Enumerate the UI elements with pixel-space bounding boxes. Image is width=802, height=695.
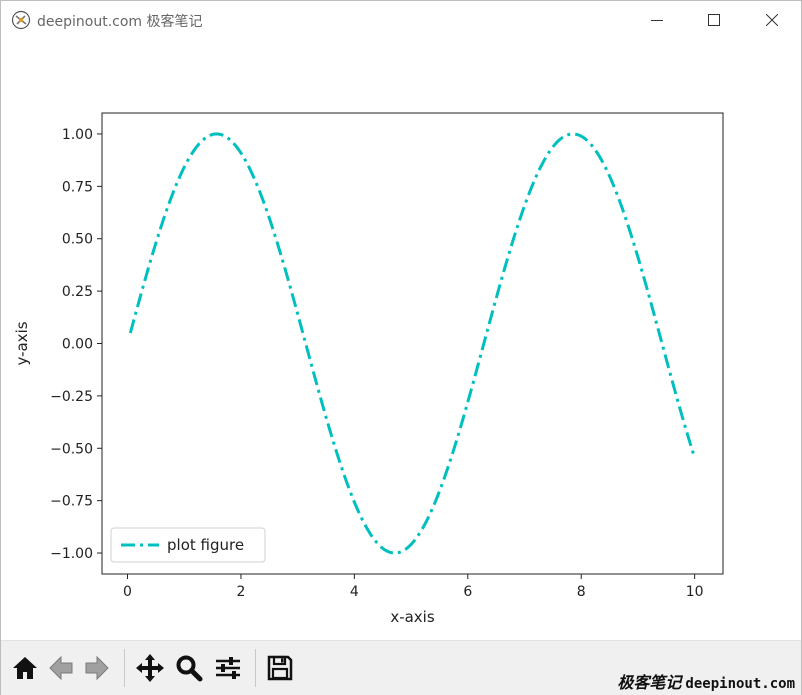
toolbar-separator [124,649,125,687]
x-tick-label: 2 [236,584,245,600]
x-axis-label: x-axis [390,608,435,626]
y-tick-label: −0.50 [50,441,93,457]
watermark-cn: 极客笔记 [617,673,682,692]
y-tick-label: 0.25 [62,284,93,300]
figure-canvas[interactable]: 0 2 4 6 8 10 1.00 0.75 0.50 0.25 0.00 −0.25 −0.50 −0.… [1,40,801,639]
save-button[interactable] [263,651,297,685]
maximize-button[interactable] [685,1,742,39]
watermark-url: deepinout.com [685,676,795,692]
app-logo-icon [11,10,31,30]
zoom-button[interactable] [172,651,206,685]
x-tick-label: 0 [123,584,132,600]
watermark: 极客笔记 deepinout.com [617,669,795,693]
line-chart: 0 2 4 6 8 10 1.00 0.75 0.50 0.25 0.00 −0.25 −0.50 −0.… [13,112,724,626]
sliders-icon [216,657,240,679]
home-icon [13,657,37,679]
y-tick-label: −0.75 [50,494,93,510]
pan-button[interactable] [133,651,167,685]
title-bar: deepinout.com 极客笔记 [1,1,801,39]
back-button[interactable] [44,651,78,685]
y-axis-label: y-axis [13,321,31,365]
arrow-right-icon [85,655,109,681]
window-title: deepinout.com 极客笔记 [37,14,203,30]
minimize-button[interactable] [628,1,685,39]
close-button[interactable] [743,1,800,39]
configure-subplots-button[interactable] [211,651,245,685]
y-tick-label: 0.00 [62,337,93,353]
arrow-left-icon [49,655,73,681]
y-tick-label: −0.25 [50,389,93,405]
y-tick-label: −1.00 [50,546,93,562]
move-icon [136,654,164,682]
magnifier-icon [176,655,203,682]
y-tick-label: 1.00 [62,127,93,143]
x-tick-label: 8 [577,584,586,600]
legend-label: plot figure [167,536,244,554]
home-button[interactable] [8,651,42,685]
forward-button[interactable] [80,651,114,685]
close-icon [765,14,778,26]
x-tick-label: 6 [463,584,472,600]
axes-frame [101,112,724,575]
x-tick-label: 4 [350,584,359,600]
toolbar-separator [255,649,256,687]
app-window: deepinout.com 极客笔记 0 2 4 6 8 10 1.00 0.75 0.50 0.… [0,0,802,695]
x-tick-label: 10 [686,584,704,600]
y-tick-label: 0.50 [62,232,93,248]
navigation-toolbar: 极客笔记 deepinout.com [1,640,801,695]
floppy-disk-icon [267,655,293,681]
y-tick-label: 0.75 [62,179,93,195]
minimize-icon [650,20,663,21]
maximize-icon [707,14,720,26]
